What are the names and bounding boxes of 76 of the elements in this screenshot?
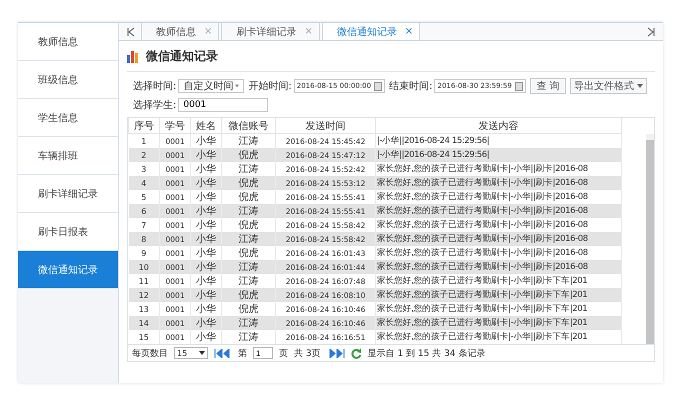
caret-icon (199, 351, 205, 355)
table-cell: 倪虎 (222, 176, 276, 190)
export-button[interactable]: 导出文件格式 (570, 78, 647, 94)
pager-summary: 显示自 1 到 15 共 34 条记录 (368, 348, 486, 360)
table-cell: 10 (128, 260, 160, 274)
table-cell: 江涛 (222, 232, 276, 246)
caret-icon (235, 84, 240, 88)
table-cell: 家长您好,您的孩子已进行考勤刷卡|-小华||刷卡|2016-08 (375, 176, 622, 190)
refresh-icon[interactable] (350, 348, 362, 358)
time-dropdown[interactable]: 自定义时间 (178, 79, 244, 93)
table-cell: 家长您好,您的孩子已进行考勤刷卡|-小华||刷卡|2016-08 (375, 260, 622, 274)
field-label: 选择时间: (133, 80, 176, 93)
field-label: 选择学生: (133, 98, 176, 112)
student-input[interactable]: 0001 (178, 98, 268, 112)
table-cell: 2 (128, 148, 160, 162)
table-cell: 小华 (190, 148, 222, 162)
table-cell: 小华 (190, 288, 222, 302)
column-header: 序号 (128, 118, 160, 134)
table-cell: 江涛 (222, 204, 276, 218)
column-header: 姓名 (190, 118, 222, 134)
table-cell: 家长您好,您的孩子已进行考勤刷卡|-小华||刷卡|2016-08 (375, 232, 622, 246)
sidebar-item[interactable]: 刷卡详细记录 (18, 175, 118, 213)
pager-label: 页 (279, 348, 288, 360)
table-cell: 江涛 (222, 316, 276, 330)
column-header: 发送内容 (375, 118, 622, 134)
sidebar-item[interactable]: 微信通知记录 (18, 251, 118, 289)
close-icon[interactable]: × (404, 26, 414, 37)
table-cell: 小华 (190, 232, 222, 246)
scrollbar[interactable] (646, 134, 654, 344)
column-header: 微信账号 (222, 118, 276, 134)
tab[interactable]: 微信通知记录 × (322, 23, 420, 40)
table-cell: 江涛 (222, 260, 276, 274)
pager-label: 共 3页 (294, 348, 321, 360)
table-cell: 4 (128, 176, 160, 190)
table-cell: 家长您好,您的孩子已进行考勤刷卡|-小华||刷卡下车|201 (375, 316, 622, 330)
table-cell: 倪虎 (222, 148, 276, 162)
caret-icon (636, 84, 643, 88)
calendar-icon[interactable] (374, 82, 382, 90)
sidebar-item[interactable]: 刷卡日报表 (18, 213, 118, 251)
table-cell: 小华 (190, 176, 222, 190)
table-cell: 小华 (190, 316, 222, 330)
sidebar-item[interactable]: 班级信息 (18, 61, 118, 99)
page-title: 微信通知记录 (146, 48, 218, 64)
page-input[interactable]: 1 (253, 347, 273, 359)
sidebar-item[interactable]: 车辆排班 (18, 137, 118, 175)
calendar-icon[interactable] (514, 82, 523, 90)
table-cell: 6 (128, 204, 160, 218)
table-cell: 小华 (190, 260, 222, 274)
collapse-left-icon[interactable] (127, 26, 135, 36)
collapse-right-icon[interactable] (647, 26, 655, 36)
column-header: 学号 (160, 118, 191, 134)
tab[interactable]: 刷卡详细记录 × (221, 23, 320, 40)
table-cell: 8 (128, 232, 160, 246)
page-size-dropdown[interactable]: 15 (174, 347, 208, 359)
table-cell: 小华 (190, 204, 222, 218)
field-label: 开始时间: (248, 80, 292, 93)
table-cell: 家长您好,您的孩子已进行考勤刷卡|-小华||刷卡|2016-08 (375, 204, 622, 218)
table-cell: 倪虎 (222, 288, 276, 302)
sidebar-item[interactable]: 教师信息 (18, 23, 118, 61)
table-cell: |-小华||2016-08-24 15:29:56| (375, 148, 622, 162)
field-label: 结束时间: (389, 80, 432, 93)
column-header: 发送时间 (276, 118, 376, 134)
first-page-icon[interactable] (214, 348, 232, 358)
tab[interactable]: 教师信息 × (141, 23, 220, 40)
pager-label: 每页数目 (132, 348, 168, 360)
table-cell: 家长您好,您的孩子已进行考勤刷卡|-小华||刷卡下车|201 (375, 288, 622, 302)
table-cell: 12 (128, 288, 160, 302)
pager-label: 第 (238, 348, 247, 360)
bar-chart-icon (127, 50, 140, 62)
table-cell: 15 (128, 330, 160, 344)
last-page-icon[interactable] (326, 348, 345, 358)
table-cell: 14 (128, 316, 160, 330)
query-button[interactable]: 查 询 (530, 78, 566, 94)
table-cell: 小华 (190, 330, 222, 344)
table-cell: 江涛 (222, 330, 276, 344)
sidebar-item[interactable]: 学生信息 (18, 99, 118, 137)
